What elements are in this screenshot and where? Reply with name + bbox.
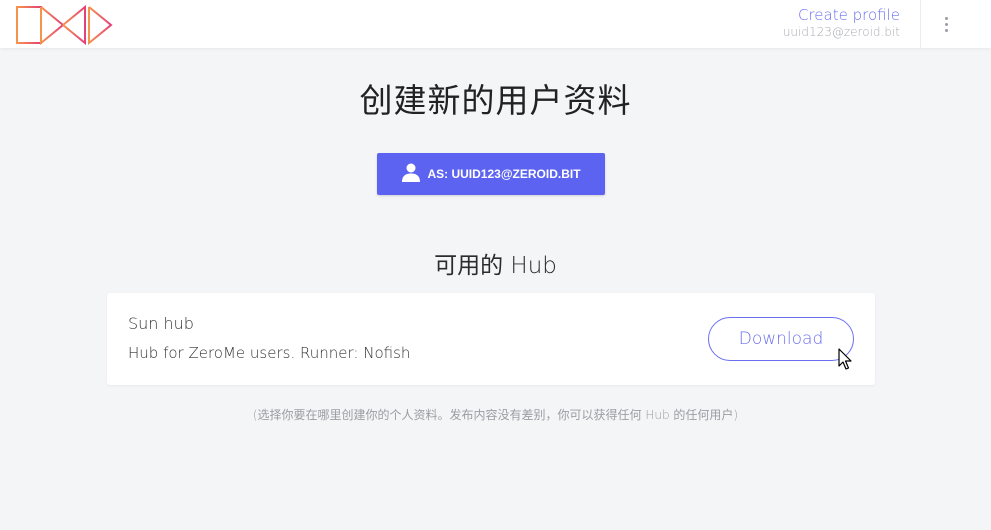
- user-address: uuid123@zeroid.bit: [782, 25, 900, 39]
- hub-description: Hub for ZeroMe users. Runner: Nofish: [128, 344, 411, 362]
- menu-dot: [944, 22, 948, 26]
- more-vertical-icon[interactable]: [936, 14, 956, 34]
- menu-dot: [944, 16, 948, 20]
- menu-dot: [944, 28, 948, 32]
- top-header: Create profile uuid123@zeroid.bit: [0, 0, 991, 48]
- select-user-button[interactable]: AS: UUID123@ZEROID.BIT: [377, 153, 605, 195]
- hub-footnote: (选择你要在哪里创建你的个人资料。发布内容没有差别，你可以获得任何 Hub 的任…: [252, 408, 739, 422]
- header-divider: [920, 0, 921, 48]
- create-profile-link[interactable]: Create profile: [783, 6, 900, 24]
- user-icon: [402, 163, 421, 182]
- page-title: 创建新的用户资料: [359, 81, 632, 120]
- hubs-heading: 可用的 Hub: [434, 253, 557, 279]
- hub-name: Sun hub: [128, 314, 194, 333]
- profile-block: Create profile uuid123@zeroid.bit: [783, 6, 900, 40]
- mouse-cursor-icon: [838, 348, 852, 370]
- download-button[interactable]: Download: [708, 317, 854, 361]
- hub-card: Sun hub Hub for ZeroMe users. Runner: No…: [107, 293, 875, 385]
- zeronet-logo-icon[interactable]: [15, 5, 113, 45]
- select-user-label: AS: UUID123@ZEROID.BIT: [427, 167, 581, 181]
